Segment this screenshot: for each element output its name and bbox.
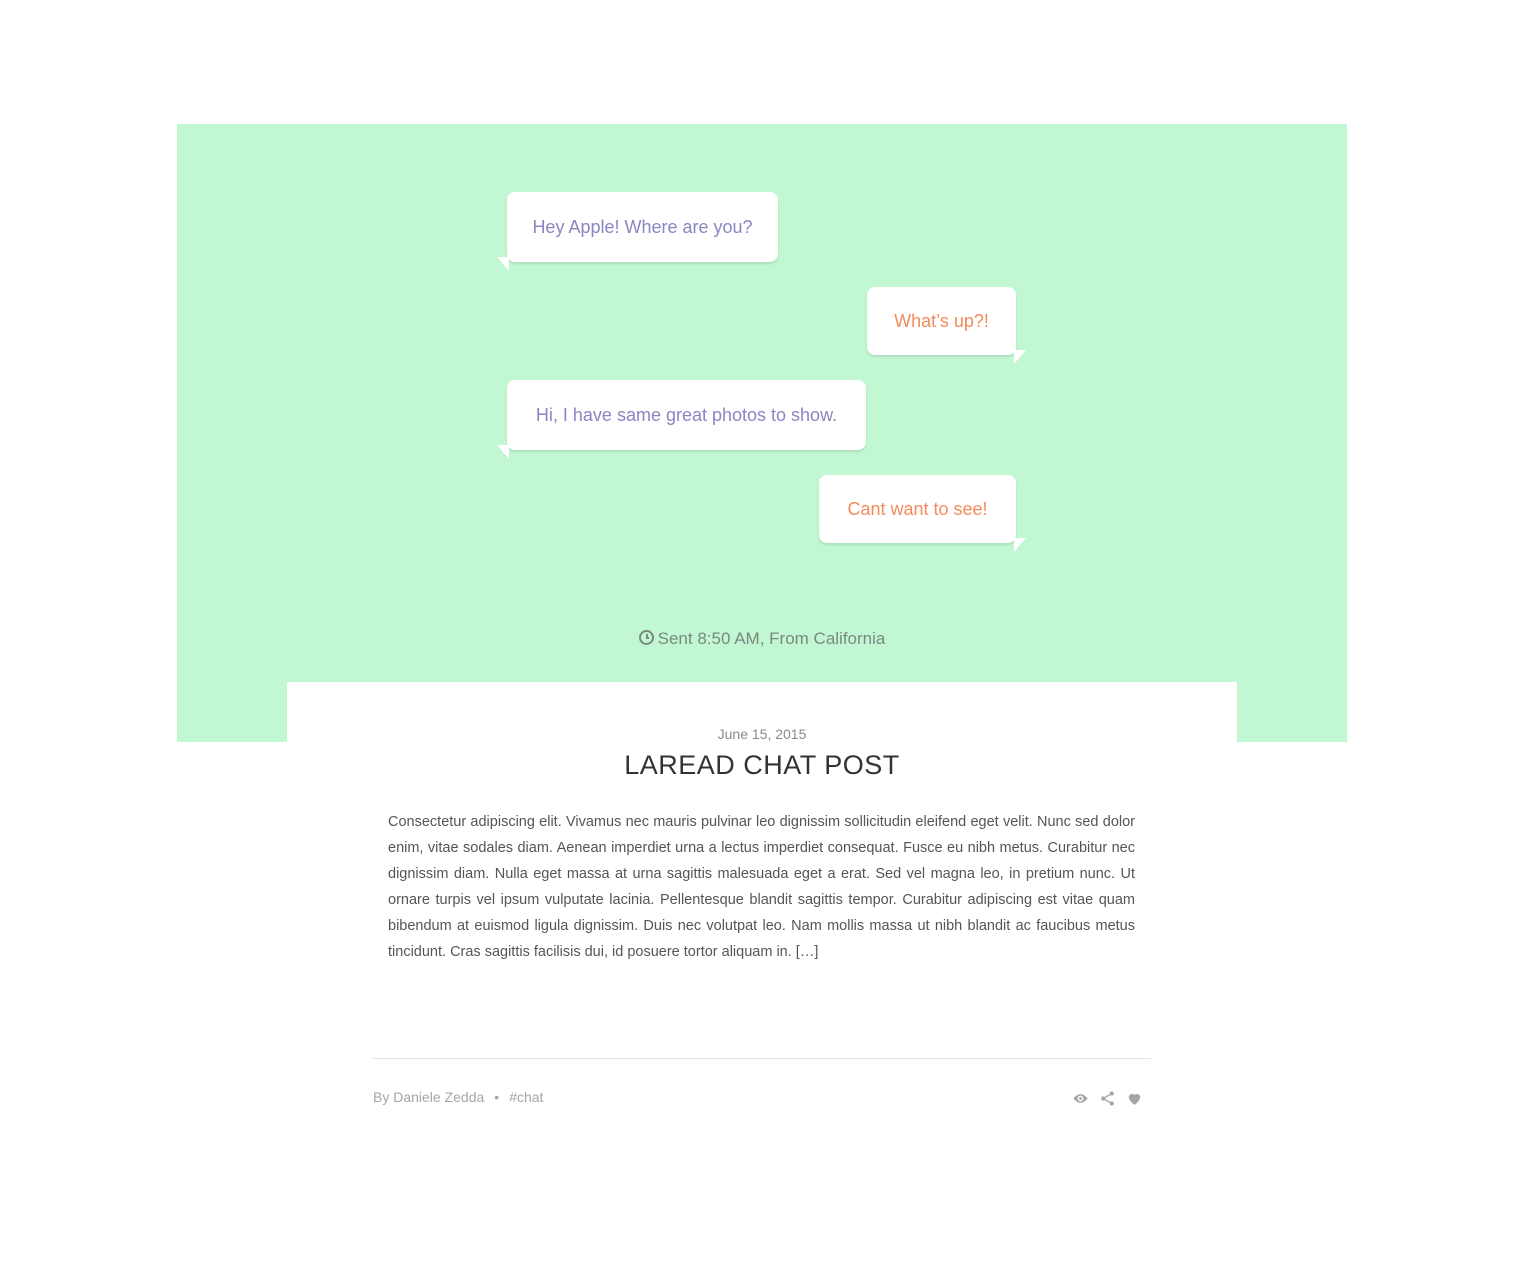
post-title[interactable]: LAREAD CHAT POST xyxy=(287,750,1237,781)
chat-bubble-outgoing: Cant want to see! xyxy=(819,475,1026,552)
chat-bubble-incoming: Hi, I have same great photos to show. xyxy=(497,380,866,459)
chat-bubble-incoming: Hey Apple! Where are you? xyxy=(497,192,778,271)
sent-info: Sent 8:50 AM, From California xyxy=(177,629,1347,649)
sent-info-text: Sent 8:50 AM, From California xyxy=(657,629,886,648)
post-meta: By Daniele Zedda • #chat xyxy=(373,1089,543,1105)
meta-separator: • xyxy=(494,1089,500,1105)
clock-icon xyxy=(638,630,654,645)
tag-link[interactable]: #chat xyxy=(509,1089,543,1105)
post-card: June 15, 2015 LAREAD CHAT POST Consectet… xyxy=(287,682,1237,1152)
chat-bubble-outgoing: What’s up?! xyxy=(867,287,1026,364)
post-body: Consectetur adipiscing elit. Vivamus nec… xyxy=(388,814,1135,960)
post-date: June 15, 2015 xyxy=(717,726,807,742)
share-icon[interactable] xyxy=(1099,1090,1116,1107)
heart-icon[interactable] xyxy=(1126,1090,1143,1107)
eye-icon[interactable] xyxy=(1072,1090,1089,1107)
page: Hey Apple! Where are you? What’s up?! Hi… xyxy=(0,0,1524,1264)
divider xyxy=(373,1058,1151,1059)
chat-hero: Hey Apple! Where are you? What’s up?! Hi… xyxy=(177,124,1347,742)
author-link[interactable]: By Daniele Zedda xyxy=(373,1089,484,1105)
post-actions xyxy=(1072,1090,1143,1107)
